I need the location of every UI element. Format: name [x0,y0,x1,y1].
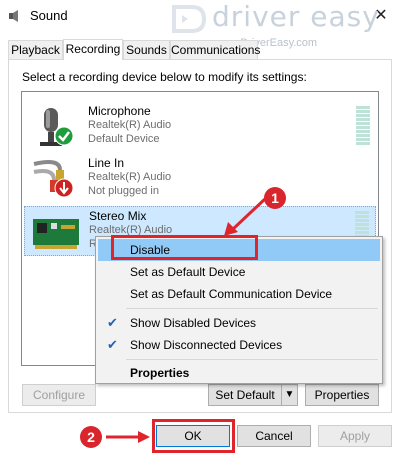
sound-card-icon [33,219,79,249]
menu-item-set-default-communication-device[interactable]: Set as Default Communication Device [98,283,380,305]
tab-recording[interactable]: Recording [63,39,123,60]
device-line-in[interactable]: Line In Realtek(R) Audio Not plugged in [24,154,376,204]
menu-item-label: Set as Default Communication Device [130,287,333,301]
green-check-icon [54,126,74,146]
red-down-arrow-icon [54,178,74,198]
device-status: Default Device [88,133,160,145]
arrow-step-2-icon [106,431,150,443]
apply-button[interactable]: Apply [318,425,392,447]
set-default-dropdown-arrow[interactable]: ▼ [281,384,298,406]
device-status: Not plugged in [88,185,159,197]
menu-item-label: Show Disconnected Devices [130,338,283,352]
tab-playback[interactable]: Playback [8,40,63,59]
properties-button[interactable]: Properties [305,384,379,406]
checkmark-icon: ✔ [107,315,118,330]
configure-button[interactable]: Configure [22,384,96,406]
menu-item-label: Set as Default Device [130,265,246,279]
menu-separator [126,308,378,309]
menu-item-label: Properties [130,366,190,380]
menu-item-show-disabled-devices[interactable]: ✔ Show Disabled Devices [98,312,380,334]
speaker-icon [9,10,18,22]
window-title: Sound [30,8,68,23]
device-name: Stereo Mix [89,209,147,223]
menu-item-set-default-device[interactable]: Set as Default Device [98,261,380,283]
step-2-badge: 2 [80,426,102,448]
checkmark-icon: ✔ [107,337,118,352]
cancel-button[interactable]: Cancel [237,425,311,447]
device-name: Line In [88,156,125,170]
highlight-box-ok [152,419,235,453]
tab-communications[interactable]: Communications [170,40,260,59]
menu-item-show-disconnected-devices[interactable]: ✔ Show Disconnected Devices [98,334,380,356]
tab-sounds[interactable]: Sounds [123,40,170,59]
level-meter [356,106,370,148]
menu-separator [126,359,378,360]
menu-item-label: Show Disabled Devices [130,316,257,330]
set-default-button[interactable]: Set Default [208,384,282,406]
highlight-box-disable [111,235,258,260]
driver-easy-logo-icon [172,5,207,33]
device-driver: Realtek(R) Audio [88,119,172,131]
device-name: Microphone [88,104,151,118]
instruction-text: Select a recording device below to modif… [22,70,307,84]
arrow-step-1-icon [224,196,268,236]
device-driver: Realtek(R) Audio [88,171,172,183]
watermark-brand: driver easy [212,0,380,33]
menu-item-properties[interactable]: Properties [98,362,380,384]
device-microphone[interactable]: Microphone Realtek(R) Audio Default Devi… [24,102,376,152]
